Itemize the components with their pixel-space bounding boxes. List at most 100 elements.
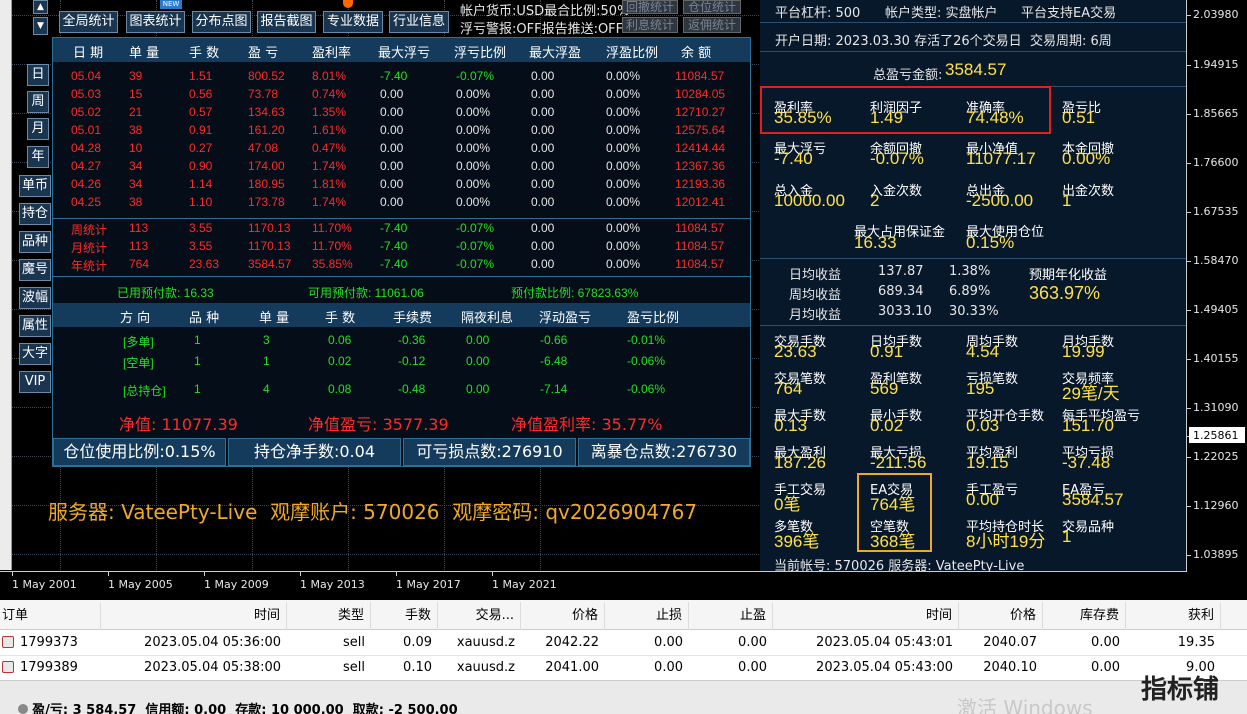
orders-col-header[interactable]: 价格 [521, 602, 605, 630]
btn-report-screenshot[interactable]: 报告截图 [257, 11, 316, 33]
table-cell: 1.81% [312, 177, 347, 191]
table-cell: 1.35% [312, 105, 347, 119]
stat-value: 195 [966, 379, 995, 398]
position-cell: 1 [263, 354, 270, 368]
btn-industry-info[interactable]: 行业信息 [389, 11, 449, 33]
table-cell: 0.00% [606, 195, 641, 209]
table-cell: 11084.57 [675, 69, 725, 83]
btn-large-font[interactable]: 大字 [19, 343, 51, 365]
position-cell: 1 [194, 333, 201, 347]
btn-vip[interactable]: VIP [19, 371, 51, 393]
income-label: 日均收益 [789, 268, 842, 283]
position-cell: 0.00 [466, 333, 490, 347]
stat-value: -7.40 [774, 149, 813, 168]
stat-value: 0.03 [966, 416, 1000, 435]
stat-value: 0.00% [1062, 149, 1111, 168]
order-cell: 19.35 [1177, 635, 1215, 650]
stats-panel: 平台杠杆: 500 帐户类型: 实盘帐户 平台支持EA交易 开户日期: 2023… [760, 0, 1186, 575]
table-cell: 0.00% [606, 123, 641, 137]
logo-watermark: 指标铺 [1140, 675, 1219, 705]
table-cell: 0.00 [531, 177, 555, 191]
stat-value: 569 [870, 379, 899, 398]
price-tick [1187, 65, 1191, 66]
time-tick [492, 572, 493, 576]
btn-distribution[interactable]: 分布点图 [192, 11, 251, 33]
bottom-bar-liquidation-points: 离暴仓点数:276730 [578, 438, 750, 466]
table-cell: 0.47% [312, 141, 347, 155]
order-cell: 2023.05.04 05:43:00 [816, 660, 953, 675]
btn-pro-data[interactable]: 专业数据 [323, 11, 383, 33]
btn-attributes[interactable]: 属性 [19, 315, 51, 337]
btn-global-stats[interactable]: 全局统计 [59, 11, 118, 33]
col-header: 手 数 [189, 46, 220, 61]
price-label: 1.25861 [1193, 429, 1239, 442]
btn-period-week[interactable]: 周 [27, 91, 49, 113]
orders-col-header[interactable]: 订单 [0, 602, 101, 630]
stat-value: 11077.17 [966, 149, 1036, 168]
summary-cell: 0.00% [606, 257, 641, 271]
btn-volatility[interactable]: 波幅 [19, 287, 51, 309]
position-cell: -0.01% [627, 333, 666, 347]
order-cell: 2041.00 [545, 660, 599, 675]
orders-col-header[interactable]: 库存费 [1043, 602, 1126, 630]
table-cell: 05.03 [71, 87, 102, 101]
table-row[interactable]: 1799373 2023.05.04 05:36:00 sell 0.09 xauusd… [0, 631, 1247, 655]
col-header: 手 数 [325, 311, 356, 326]
table-cell: 15 [129, 87, 143, 101]
btn-period-year[interactable]: 年 [27, 146, 49, 168]
btn-chart-stats[interactable]: 图表统计 [126, 11, 185, 33]
btn-drawdown-stats[interactable]: 回撤统计 [622, 0, 678, 14]
orders-col-header[interactable]: 时间 [773, 602, 959, 630]
btn-magic-number[interactable]: 魔号 [19, 259, 51, 281]
price-axis: 2.03980 1.94915 1.85665 1.76600 1.67535 1.584… [1186, 0, 1247, 575]
income-label: 周均收益 [789, 288, 842, 303]
server-info-line: 服务器: VateePty-Live 观摩账户: 570026 观摩密码: qv… [48, 500, 698, 524]
orders-col-header[interactable]: 手数 [371, 602, 438, 630]
stat-value: 29笔/天 [1062, 384, 1120, 403]
btn-single-currency[interactable]: 单币 [19, 175, 51, 197]
price-tick [1187, 408, 1191, 409]
table-cell: 1.51 [189, 69, 213, 83]
table-cell: 161.20 [248, 123, 285, 137]
price-tick [1187, 212, 1191, 213]
btn-interest-stats[interactable]: 利息统计 [622, 17, 678, 33]
table-cell: 0.00 [380, 159, 404, 173]
stat-value: 4.54 [966, 342, 1000, 361]
summary-cell: 1170.13 [248, 239, 291, 253]
orders-col-header[interactable]: 时间 [101, 602, 287, 630]
table-cell: 0.27 [189, 141, 213, 155]
btn-rebate-stats[interactable]: 返佣统计 [683, 17, 741, 33]
btn-position-stats[interactable]: 仓位统计 [683, 0, 741, 14]
summary-cell: 3584.57 [248, 257, 292, 271]
position-cell: -0.12 [398, 354, 426, 368]
position-cell: 0.00 [466, 382, 490, 396]
btn-period-month[interactable]: 月 [27, 118, 49, 140]
orders-col-header[interactable]: 获利 [1126, 602, 1221, 630]
btn-holdings[interactable]: 持仓 [19, 203, 51, 225]
income-label: 月均收益 [789, 308, 842, 323]
summary-cell: 0.00 [531, 239, 555, 253]
income-percent: 1.38% [949, 264, 991, 279]
divider [760, 22, 1186, 23]
scroll-down-icon[interactable]: ▼ [33, 17, 48, 35]
order-cell: xauusd.z [456, 660, 515, 675]
order-cell: 2040.07 [983, 635, 1037, 650]
summary-cell: 11084.57 [675, 221, 725, 235]
orders-col-header[interactable]: 交易... [438, 602, 521, 630]
orders-col-header[interactable]: 价格 [959, 602, 1043, 630]
orders-col-header[interactable]: 止损 [605, 602, 689, 630]
price-label: 1.58470 [1193, 254, 1239, 267]
summary-cell: 3.55 [189, 221, 213, 235]
btn-symbols[interactable]: 品种 [19, 231, 51, 253]
table-row[interactable]: 1799389 2023.05.04 05:38:00 sell 0.10 xauusd… [0, 656, 1247, 680]
order-cell: sell [343, 660, 365, 675]
btn-period-day[interactable]: 日 [27, 64, 49, 86]
trade-cycle: 交易周期: 6周 [1030, 34, 1112, 49]
orders-col-header[interactable]: 类型 [287, 602, 371, 630]
highlight-box-orange [857, 473, 932, 552]
scroll-up-icon[interactable]: ▲ [33, 0, 48, 14]
table-cell: 39 [129, 69, 143, 83]
annual-return-label: 预期年化收益 [1029, 268, 1108, 283]
table-cell: 173.78 [248, 195, 285, 209]
orders-col-header[interactable]: 止盈 [689, 602, 773, 630]
